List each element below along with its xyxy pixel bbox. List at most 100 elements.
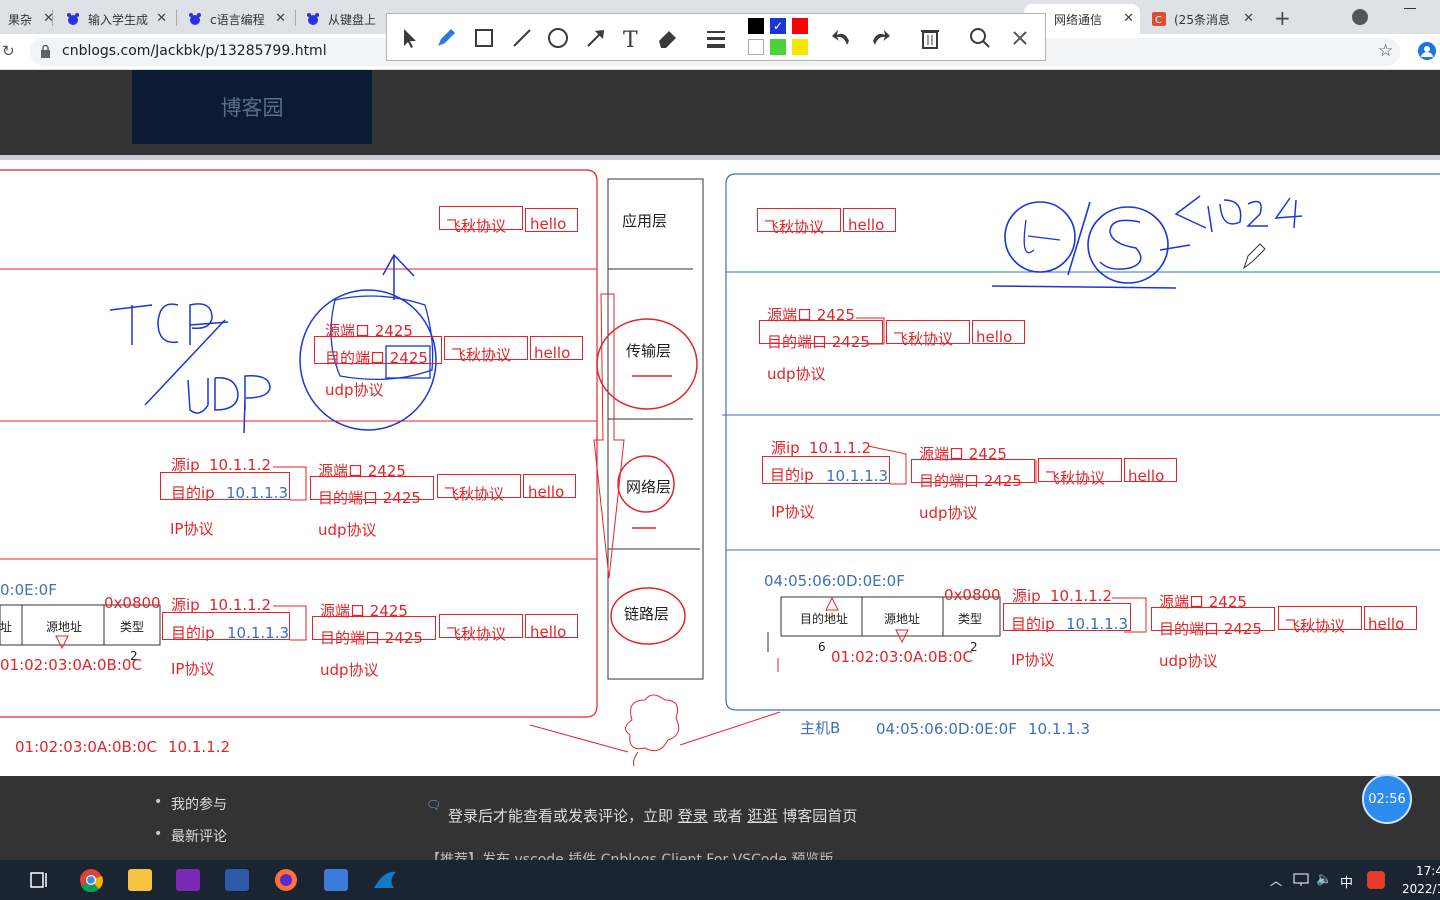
eth-src-label: 源地址 [46, 620, 83, 634]
eth-dst-label: 目的地址 [800, 612, 849, 626]
firefox-icon[interactable] [274, 868, 298, 892]
profile-icon[interactable] [1418, 42, 1436, 60]
eraser-icon[interactable] [655, 25, 681, 51]
dst-port-label: 目的端口 2425 [325, 349, 428, 367]
chrome-icon[interactable] [79, 868, 103, 892]
proto-feiqiu-label: 飞秋协议 [893, 330, 954, 348]
sogou-icon[interactable] [1367, 871, 1385, 889]
dst-ip-label: 目的ip [1011, 615, 1055, 633]
tab-2[interactable]: c语言编程 ✕ [180, 4, 292, 34]
clock-time[interactable]: 17:4 [1416, 864, 1440, 878]
dst-ip-value: 10.1.1.3 [826, 467, 889, 485]
eth-src-label: 源地址 [884, 612, 921, 626]
app-icon[interactable] [324, 869, 348, 891]
reload-icon[interactable]: ↻ [2, 42, 15, 60]
login-link[interactable]: 登录 [678, 807, 708, 825]
ip-proto-label: IP协议 [171, 660, 215, 678]
color-yellow-swatch[interactable] [792, 39, 808, 55]
color-white-swatch[interactable] [748, 39, 764, 55]
select-arrow-icon[interactable] [397, 25, 423, 51]
eth-type-label: 类型 [958, 612, 983, 626]
color-black-swatch[interactable] [748, 18, 764, 34]
home-link[interactable]: 博客园首页 [782, 807, 857, 825]
tab-0[interactable]: 果杂 ✕ [0, 4, 54, 34]
arrow-icon[interactable] [583, 25, 609, 51]
tab-3[interactable]: 从键盘上 [298, 4, 388, 34]
protocol-diagram: 应用层 传输层 网络层 链路层 飞秋协议 hello 源端口 2425 目的端口… [0, 160, 1440, 776]
hello-label: hello [1128, 467, 1165, 485]
tab-separator [52, 10, 53, 26]
close-icon[interactable]: ✕ [1243, 11, 1254, 26]
devcpp-icon[interactable] [225, 869, 249, 891]
svg-text:C: C [1155, 15, 1162, 26]
udp-proto-label: udp协议 [767, 365, 826, 383]
link-my-participation[interactable]: 我的参与 [171, 794, 227, 814]
close-icon[interactable]: ✕ [1123, 11, 1134, 26]
ime-indicator[interactable]: 中 [1340, 872, 1353, 891]
tab-1[interactable]: 输入学生成 ✕ [58, 4, 173, 34]
text-tool-icon[interactable]: T [619, 25, 645, 51]
bullet: • [154, 826, 163, 842]
minimize-icon[interactable] [1404, 8, 1416, 9]
zoom-icon[interactable] [967, 25, 993, 51]
tab-search-icon[interactable] [1352, 9, 1368, 25]
color-blue-swatch[interactable]: ✓ [770, 18, 786, 34]
onenote-icon[interactable] [176, 869, 200, 891]
color-green-swatch[interactable] [770, 39, 786, 55]
svg-text:T: T [623, 28, 638, 51]
dst-port-label: 目的端口 2425 [320, 629, 423, 647]
task-view-icon[interactable] [30, 871, 50, 889]
close-toolbar-icon[interactable] [1007, 25, 1033, 51]
recommend-text[interactable]: 【推荐】发布 vscode 插件 Cnblogs Client For VSCo… [426, 852, 833, 860]
udp-proto-label: udp协议 [919, 504, 978, 522]
rectangle-icon[interactable] [471, 25, 497, 51]
hello-label: hello [528, 483, 565, 501]
close-icon[interactable]: ✕ [156, 11, 167, 26]
layer-link: 链路层 [624, 605, 670, 623]
baidu-icon [307, 13, 319, 25]
dst-ip-label: 目的ip [171, 484, 215, 502]
bullet: • [154, 794, 163, 810]
mac-b-label: 04:05:06:0D:0E:0F [764, 572, 905, 590]
undo-icon[interactable] [829, 25, 855, 51]
proto-feiqiu-label: 飞秋协议 [1285, 617, 1346, 635]
login-prompt: 登录后才能查看或发表评论，立即 登录 或者 逛逛 博客园首页 [448, 805, 857, 826]
file-explorer-icon[interactable] [128, 869, 152, 891]
hello-label: hello [1368, 615, 1405, 633]
dst-ip-label: 目的ip [171, 624, 215, 642]
url-text: cnblogs.com/Jackbk/p/13285799.html [62, 43, 327, 59]
line-weight-icon[interactable] [703, 25, 729, 51]
link-latest-comments[interactable]: 最新评论 [171, 826, 227, 846]
udp-proto-label: udp协议 [320, 661, 379, 679]
udp-proto-label: udp协议 [1159, 652, 1218, 670]
circle-icon[interactable] [545, 25, 571, 51]
recording-timer[interactable]: 02:56 [1362, 774, 1412, 824]
network-icon[interactable] [1293, 873, 1309, 887]
close-icon[interactable]: ✕ [275, 11, 286, 26]
udp-proto-label: udp协议 [318, 521, 377, 539]
dst-ip-label: 目的ip [770, 466, 814, 484]
dst-port-label: 目的端口 2425 [318, 489, 421, 507]
eth-dst-label-partial: 址 [0, 620, 13, 634]
color-red-swatch[interactable] [792, 18, 808, 34]
bookmark-star-icon[interactable]: ☆ [1378, 41, 1393, 61]
tab-label: (25条消息 [1174, 12, 1230, 27]
hello-label: hello [534, 344, 571, 362]
tray-chevron-icon[interactable]: ︿ [1270, 872, 1282, 889]
trash-icon[interactable] [917, 25, 943, 51]
recommend-banner: 【推荐】发布 vscode 插件 Cnblogs Client For VSCo… [426, 845, 906, 860]
site-logo[interactable]: 博客园 [132, 70, 372, 144]
proto-feiqiu-label: 飞秋协议 [451, 346, 512, 364]
redo-icon[interactable] [867, 25, 893, 51]
login-prompt-text: 登录后才能查看或发表评论，立即 [448, 807, 674, 825]
line-icon[interactable] [509, 25, 535, 51]
src-ip-label: 源ip [771, 439, 800, 457]
pen-icon[interactable] [433, 25, 459, 51]
proto-feiqiu-label: 飞秋协议 [764, 218, 825, 236]
wireshark-icon[interactable] [372, 868, 398, 892]
tab-5[interactable]: C (25条消息 ✕ [1144, 4, 1260, 34]
browse-link[interactable]: 逛逛 [747, 807, 777, 825]
volume-icon[interactable]: 🔈 [1316, 872, 1332, 887]
new-tab-icon[interactable]: + [1274, 6, 1291, 30]
clock-date[interactable]: 2022/1 [1402, 882, 1440, 896]
